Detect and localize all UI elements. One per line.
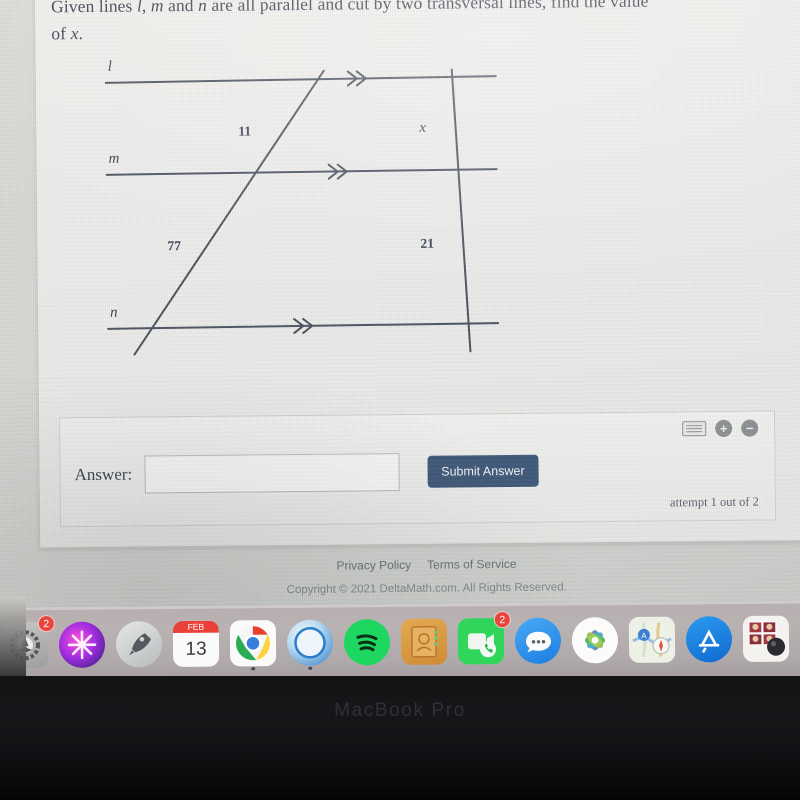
calendar-month: FEB [172, 620, 219, 633]
terms-of-service-link[interactable]: Terms of Service [427, 557, 516, 572]
chrome-running-indicator [251, 666, 255, 671]
geometry-figure: l m n 11 x 77 21 [95, 42, 598, 367]
photo-of-laptop-screen: Given lines l, m and n are all parallel … [0, 0, 800, 800]
question-prompt: Given lines l, m and n are all parallel … [51, 0, 771, 48]
page-footer: Privacy Policy Terms of Service Copyrigh… [40, 554, 800, 598]
figure-segment-x: x [419, 119, 427, 136]
system-preferences-badge: 2 [37, 615, 55, 633]
facetime-badge: 2 [493, 611, 511, 629]
figure-svg [104, 68, 500, 356]
safari-running-indicator [308, 666, 312, 670]
dock-item-google-chrome[interactable] [226, 615, 280, 671]
maps-icon: A [628, 616, 676, 664]
figure-segment-11: 11 [238, 123, 252, 139]
dock-item-launchpad[interactable] [112, 616, 166, 672]
safari-icon [286, 619, 334, 666]
contacts-icon [400, 618, 448, 665]
prompt-sep: , [141, 0, 151, 16]
answer-panel: + − Answer: Submit Answer attempt 1 out … [59, 410, 777, 528]
transversal-right [450, 68, 472, 353]
privacy-policy-link[interactable]: Privacy Policy [336, 558, 411, 573]
dock-item-messages[interactable] [511, 613, 565, 669]
laptop-screen: Given lines l, m and n are all parallel … [0, 0, 800, 626]
keyboard-icon[interactable] [682, 421, 707, 437]
app-store-icon [685, 616, 733, 663]
dock-item-photo-booth[interactable] [739, 611, 793, 667]
prompt-text-1: Given lines [51, 0, 137, 17]
dock-item-safari[interactable] [283, 615, 337, 671]
figure-label-n: n [109, 304, 118, 321]
spotify-icon [343, 619, 391, 666]
prompt-var-n: n [197, 0, 208, 15]
answer-row: Answer: Submit Answer [74, 452, 539, 494]
dock-item-maps[interactable]: A [625, 612, 679, 668]
figure-label-l: l [107, 58, 112, 75]
figure-tools: + − [682, 419, 759, 438]
calendar-day: 13 [185, 638, 207, 660]
attempt-counter: attempt 1 out of 2 [669, 494, 759, 510]
answer-input[interactable] [144, 453, 400, 494]
macos-dock: 2 FEB 13 2 A [0, 600, 800, 684]
parallel-line-m [105, 168, 498, 176]
svg-text:A: A [641, 631, 647, 640]
zoom-in-button[interactable]: + [715, 419, 733, 438]
messages-icon [514, 617, 562, 664]
footer-links: Privacy Policy Terms of Service [40, 554, 800, 575]
dock-item-siri[interactable] [55, 617, 109, 673]
submit-answer-button[interactable]: Submit Answer [427, 454, 539, 488]
prompt-text-4: of [51, 23, 71, 44]
answer-label: Answer: [74, 464, 133, 485]
figure-segment-21: 21 [420, 235, 434, 251]
prompt-text-3: are all parallel and cut by two transver… [206, 0, 649, 15]
prompt-var-m: m [150, 0, 164, 16]
laptop-bezel: MacBook Pro [0, 676, 800, 800]
parallel-line-l [104, 75, 497, 84]
figure-label-m: m [108, 150, 120, 167]
dock-item-photos[interactable] [568, 612, 622, 668]
calendar-icon: FEB 13 [172, 620, 220, 667]
parallel-markers [293, 70, 367, 335]
copyright-text: Copyright © 2021 DeltaMath.com. All Righ… [286, 581, 567, 597]
dock-item-calendar[interactable]: FEB 13 [169, 616, 223, 672]
prompt-text-2: and [163, 0, 199, 16]
transversal-left [133, 69, 325, 356]
macbook-pro-brand: MacBook Pro [334, 700, 466, 721]
siri-icon [58, 621, 106, 668]
zoom-out-button[interactable]: − [741, 419, 759, 437]
chrome-icon [229, 620, 277, 667]
dock-item-contacts[interactable] [397, 614, 451, 670]
launchpad-icon [115, 621, 163, 668]
dock-item-app-store[interactable] [682, 611, 736, 667]
figure-segment-77: 77 [167, 238, 181, 254]
photos-icon [571, 617, 619, 664]
prompt-text-5: . [78, 23, 84, 44]
dock-item-spotify[interactable] [340, 614, 394, 670]
photo-booth-icon [742, 615, 790, 663]
deltamath-page: Given lines l, m and n are all parallel … [34, 0, 800, 596]
dock-item-facetime[interactable]: 2 [454, 611, 511, 669]
